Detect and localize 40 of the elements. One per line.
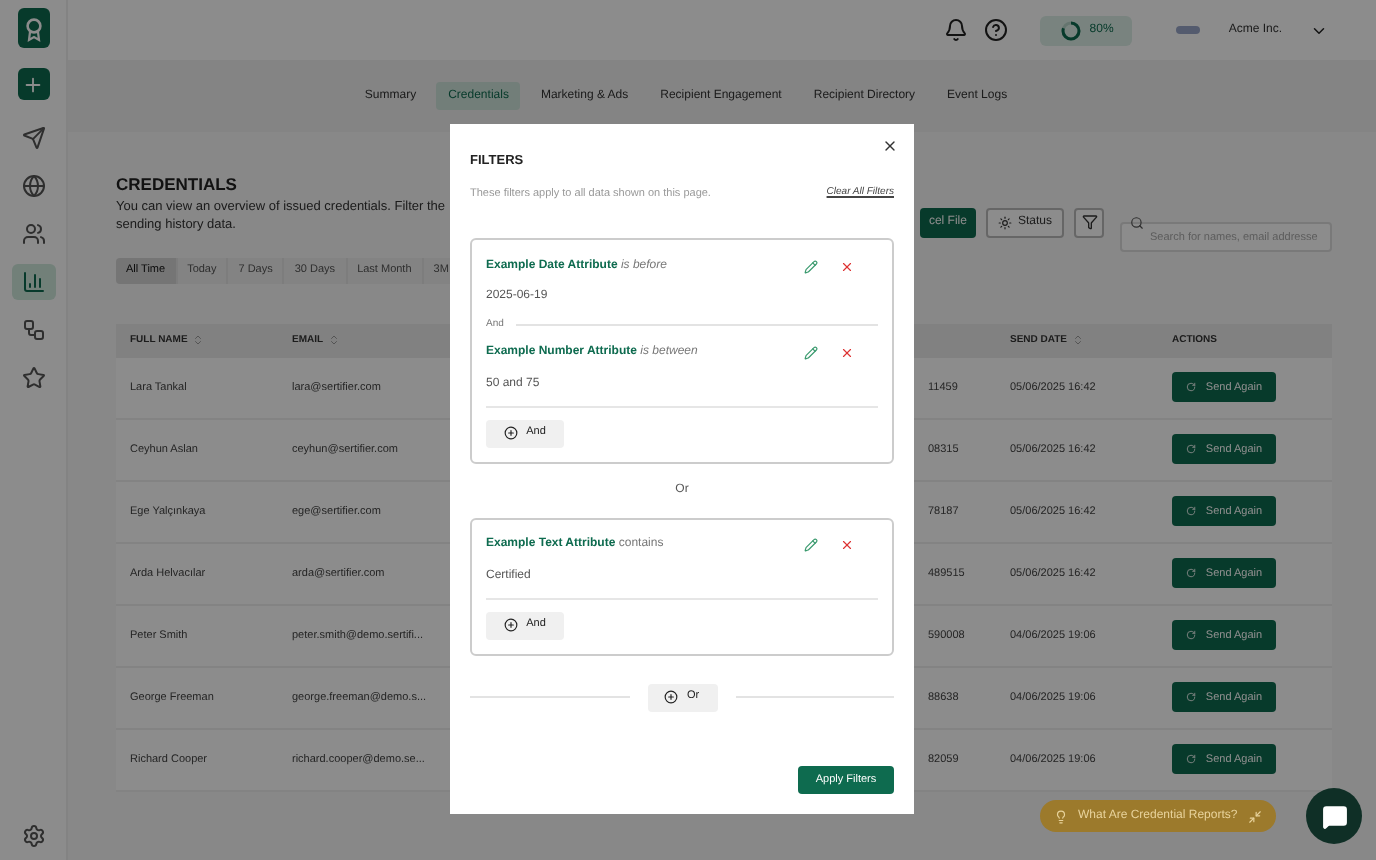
progress-ring-icon xyxy=(1059,19,1082,41)
plus-circle-icon xyxy=(504,426,519,440)
users-icon xyxy=(21,222,45,246)
refresh-icon xyxy=(1185,444,1196,455)
nodes-icon xyxy=(21,318,45,342)
refresh-icon xyxy=(1185,568,1196,579)
filter-button[interactable] xyxy=(1074,207,1104,238)
chart-nav-icon[interactable] xyxy=(11,264,55,300)
notification-bell-icon[interactable] xyxy=(944,18,969,42)
company-logo-icon xyxy=(1176,26,1201,34)
refresh-icon xyxy=(1185,692,1196,703)
chat-icon xyxy=(1321,803,1347,829)
refresh-icon xyxy=(1185,506,1196,517)
search-icon xyxy=(1130,215,1144,230)
edit-icon[interactable] xyxy=(804,346,818,360)
delete-icon[interactable] xyxy=(840,346,854,360)
refresh-icon xyxy=(1185,630,1196,641)
help-icon[interactable] xyxy=(984,18,1009,42)
logo-icon xyxy=(17,8,49,48)
page-title: CREDENTIALS xyxy=(116,172,239,198)
chart-icon xyxy=(21,270,45,294)
sun-icon xyxy=(997,215,1012,230)
settings-icon[interactable] xyxy=(21,824,45,848)
refresh-icon xyxy=(1185,382,1196,393)
plus-circle-icon xyxy=(664,690,679,704)
delete-icon[interactable] xyxy=(840,538,854,552)
edit-icon[interactable] xyxy=(804,259,818,273)
edit-icon[interactable] xyxy=(804,538,818,552)
create-button[interactable] xyxy=(17,68,49,100)
plus-circle-icon xyxy=(504,618,519,632)
filter-icon xyxy=(1081,214,1097,231)
lightbulb-icon xyxy=(1054,809,1068,823)
minimize-icon[interactable] xyxy=(1247,809,1262,823)
plus-icon xyxy=(22,73,44,95)
close-icon[interactable] xyxy=(882,138,898,154)
delete-icon[interactable] xyxy=(840,259,854,273)
refresh-icon xyxy=(1185,754,1196,765)
star-icon xyxy=(21,366,45,390)
globe-icon xyxy=(21,174,45,198)
send-icon xyxy=(21,126,45,150)
